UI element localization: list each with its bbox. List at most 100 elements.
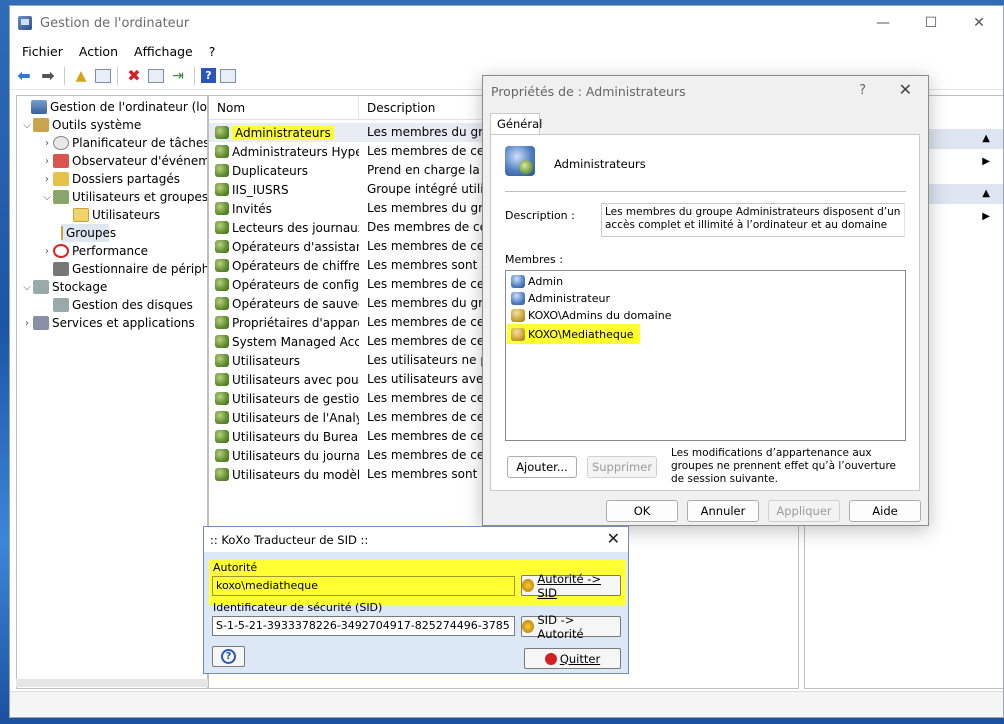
menu-help[interactable]: ? [201, 44, 224, 59]
tree-item-task-scheduler[interactable]: › Planificateur de tâches [41, 134, 207, 152]
group-description: Les membres du group [367, 125, 487, 139]
console-tree: Gestion de l'ordinateur (local) ⌵ Outils… [16, 95, 208, 689]
collapse-icon[interactable]: ▲ [982, 133, 990, 144]
minimize-button[interactable]: — [859, 6, 907, 40]
delete-icon[interactable]: ✖ [124, 66, 144, 86]
apply-button[interactable]: Appliquer [768, 500, 840, 522]
tree-item-local-users-groups[interactable]: ⌵ Utilisateurs et groupes l [41, 188, 207, 206]
sid-to-authority-button[interactable]: SID -> Autorité [521, 613, 621, 641]
chevron-right-icon[interactable]: › [21, 318, 33, 329]
tree-item-services-applications[interactable]: › Services et applications [21, 314, 195, 332]
dialog-close-button[interactable]: ✕ [899, 80, 912, 99]
menu-affichage[interactable]: Affichage [126, 44, 201, 59]
description-field[interactable]: Les membres du groupe Administrateurs di… [601, 203, 905, 237]
group-icon [215, 240, 229, 253]
tree-horizontal-scrollbar[interactable] [16, 679, 208, 687]
group-icon [215, 316, 229, 329]
group-icon [215, 430, 229, 443]
chevron-down-icon[interactable]: ⌵ [21, 282, 33, 293]
sid-label: Identificateur de sécurité (SID) [213, 601, 383, 614]
group-description: Les membres de ce gr [367, 334, 487, 348]
group-name: Utilisateurs avec pouv... [232, 372, 359, 387]
up-folder-icon[interactable]: ▲ [71, 66, 91, 86]
group-description: Les membres de ce gr [367, 429, 487, 443]
tree-item-computer-management[interactable]: Gestion de l'ordinateur (local) [19, 98, 207, 116]
collapse-icon[interactable]: ▲ [982, 188, 990, 199]
member-item[interactable]: Admin [511, 273, 563, 289]
column-header-description[interactable]: Description [359, 96, 489, 120]
group-name: Utilisateurs du Bureau... [232, 429, 359, 444]
menu-action[interactable]: Action [71, 44, 126, 59]
tree-item-event-viewer[interactable]: › Observateur d'événeme [41, 152, 207, 170]
chevron-right-icon[interactable]: › [41, 246, 53, 257]
tree-item-system-tools[interactable]: ⌵ Outils système [21, 116, 141, 134]
services-icon [33, 316, 49, 330]
group-icon [215, 468, 229, 481]
add-member-button[interactable]: Ajouter... [507, 456, 577, 478]
group-name: Propriétaires d'appareils [232, 315, 359, 330]
group-icon [215, 411, 229, 424]
back-arrow-icon[interactable]: ⬅ [14, 66, 34, 86]
help-icon[interactable]: ? [201, 68, 216, 83]
member-item[interactable]: Administrateur [511, 290, 610, 306]
group-icon [215, 126, 229, 139]
tree-item-disk-management[interactable]: Gestion des disques [41, 296, 193, 314]
key-icon [522, 620, 535, 633]
chevron-down-icon[interactable]: ⌵ [41, 192, 53, 203]
group-description: Les membres sont aut [367, 467, 487, 481]
column-header-name[interactable]: Nom [209, 96, 359, 120]
group-icon [215, 354, 229, 367]
koxo-help-button[interactable]: ? [212, 646, 245, 667]
member-name: Admin [528, 274, 564, 288]
group-icon [215, 164, 229, 177]
help-question-button[interactable]: ? [859, 83, 866, 98]
tree-item-shared-folders[interactable]: › Dossiers partagés [41, 170, 180, 188]
chevron-right-icon[interactable]: › [41, 174, 53, 185]
group-description: Les membres de ce gr [367, 239, 487, 253]
cancel-button[interactable]: Annuler [687, 500, 759, 522]
member-item[interactable]: KOXO\Mediatheque [507, 324, 640, 344]
tree-item-storage[interactable]: ⌵ Stockage [21, 278, 107, 296]
event-log-icon [53, 154, 69, 168]
properties-dialog: Propriétés de : Administrateurs ? ✕ Géné… [482, 75, 929, 526]
authority-input[interactable]: koxo\mediatheque [212, 576, 515, 596]
chevron-right-icon[interactable]: › [41, 156, 53, 167]
export-icon[interactable]: ⇥ [168, 66, 188, 86]
tree-item-performance[interactable]: › Performance [41, 242, 148, 260]
remove-member-button[interactable]: Supprimer [587, 456, 657, 478]
group-name: Duplicateurs [232, 163, 308, 178]
ok-button[interactable]: OK [606, 500, 678, 522]
tab-general[interactable]: Général [490, 113, 542, 135]
show-tree-icon[interactable] [95, 68, 111, 83]
storage-icon [33, 280, 49, 294]
group-name: Invités [232, 201, 272, 216]
group-icon [215, 183, 229, 196]
help-button[interactable]: Aide [849, 500, 921, 522]
group-description: Les utilisateurs ne peu [367, 353, 487, 367]
chevron-right-icon[interactable]: › [41, 138, 53, 149]
group-description: Les membres de ce gr [367, 391, 487, 405]
sid-input[interactable]: S-1-5-21-3933378226-3492704917-825274496… [212, 616, 515, 636]
menu-fichier[interactable]: Fichier [14, 44, 71, 59]
authority-to-sid-button[interactable]: Autorité -> SID [521, 572, 621, 600]
forward-arrow-icon[interactable]: ➡ [38, 66, 58, 86]
help-icon: ? [221, 649, 236, 664]
properties-icon[interactable] [148, 68, 164, 83]
member-item[interactable]: KOXO\Admins du domaine [511, 307, 671, 323]
koxo-sid-translator-dialog: :: KoXo Traducteur de SID :: ✕ Autorité … [203, 526, 629, 674]
group-description: Prend en charge la rép [367, 163, 487, 177]
group-description: Groupe intégré utilisé [367, 182, 487, 196]
user-icon [511, 274, 525, 288]
maximize-button[interactable]: ☐ [907, 6, 955, 40]
more-actions-arrow-icon[interactable]: ▶ [982, 156, 990, 167]
tree-item-groups[interactable]: Groupes [61, 224, 116, 242]
close-button[interactable]: ✕ [955, 6, 1003, 40]
tree-item-device-manager[interactable]: Gestionnaire de périphé [41, 260, 207, 278]
more-actions-arrow-icon[interactable]: ▶ [982, 211, 990, 222]
chevron-down-icon[interactable]: ⌵ [21, 120, 33, 131]
quit-button[interactable]: Quitter [524, 648, 621, 669]
tree-item-users[interactable]: Utilisateurs [61, 206, 160, 224]
action-pane-icon[interactable] [220, 68, 236, 83]
koxo-close-button[interactable]: ✕ [607, 529, 620, 548]
group-description: Les membres de ce gr [367, 448, 487, 462]
